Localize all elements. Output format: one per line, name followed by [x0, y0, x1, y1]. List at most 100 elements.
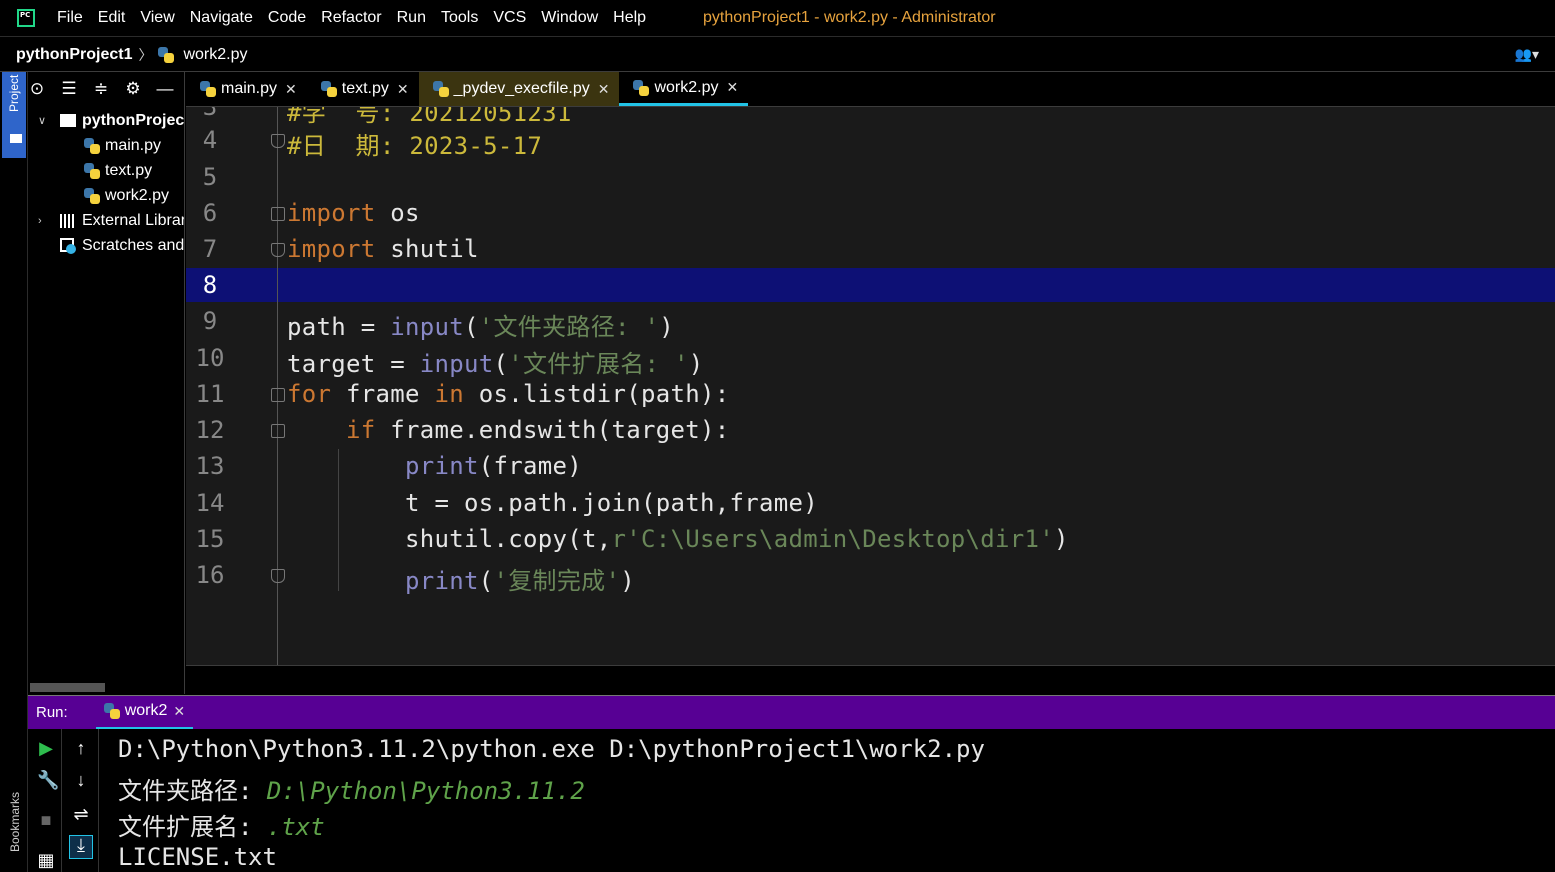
wrench-icon[interactable]: 🔧: [37, 771, 59, 789]
menu-file[interactable]: File: [57, 9, 83, 27]
project-tool-label: Project: [7, 74, 21, 112]
tab-text-py[interactable]: text.py ✕: [307, 72, 419, 106]
horizontal-scrollbar[interactable]: [30, 683, 105, 692]
tree-item-main-py[interactable]: main.py: [84, 133, 161, 158]
stop-icon[interactable]: ■: [37, 811, 55, 829]
line-number: 6: [202, 199, 218, 227]
line-number: 4: [202, 126, 218, 154]
fold-marker-icon[interactable]: [271, 134, 285, 148]
user-icon[interactable]: 👥▾: [1515, 46, 1539, 63]
run-panel-header: Run: work2 ✕: [28, 695, 1555, 730]
run-tab-label: work2: [124, 702, 168, 719]
tree-item-label: work2.py: [105, 186, 170, 204]
tree-item-work2-py[interactable]: work2.py: [84, 183, 169, 208]
menu-code[interactable]: Code: [268, 9, 306, 27]
close-icon[interactable]: ✕: [397, 81, 409, 98]
chevron-right-icon: 〉: [138, 46, 153, 63]
close-icon[interactable]: ✕: [598, 81, 610, 98]
tree-item-text-py[interactable]: text.py: [84, 158, 152, 183]
tree-item-label: pythonProject1: [82, 111, 185, 129]
close-icon[interactable]: ✕: [285, 81, 297, 98]
python-file-icon: [633, 79, 650, 96]
menu-run[interactable]: Run: [397, 9, 426, 27]
menu-window[interactable]: Window: [541, 9, 598, 27]
code-editor[interactable]: 3 #学 号: 20212051231 4 #日 期: 2023-5-17 5 …: [186, 107, 1555, 665]
soft-wrap-icon[interactable]: ⇌: [72, 805, 90, 823]
tree-item-project-root[interactable]: ∨ pythonProject1: [38, 108, 185, 133]
down-arrow-icon[interactable]: ↓: [72, 771, 90, 789]
project-tool-button[interactable]: Project: [2, 72, 26, 158]
layout-icon[interactable]: ▦: [37, 851, 55, 869]
code-line[interactable]: #学 号: 20212051231: [287, 107, 572, 128]
chevron-right-icon[interactable]: ›: [38, 215, 52, 227]
editor-tab-bar: main.py ✕ text.py ✕ _pydev_execfile.py ✕…: [186, 72, 1555, 107]
code-line-target-input[interactable]: target = input('文件扩展名: '): [287, 344, 704, 379]
bookmarks-tool-button[interactable]: Bookmarks: [8, 792, 22, 852]
library-icon: [60, 213, 76, 228]
line-number: 10: [195, 344, 225, 372]
close-icon[interactable]: ✕: [173, 703, 185, 720]
menu-view[interactable]: View: [140, 9, 174, 27]
menu-help[interactable]: Help: [613, 9, 646, 27]
tab-main-py[interactable]: main.py ✕: [186, 72, 307, 106]
folder-icon: [10, 134, 22, 143]
locate-icon[interactable]: ⊙: [28, 79, 46, 99]
console-user-input: .txt: [266, 813, 325, 841]
code-line-print-frame[interactable]: print(frame): [287, 452, 582, 480]
close-icon[interactable]: ✕: [727, 79, 739, 96]
code-line-path-input[interactable]: path = input('文件夹路径: '): [287, 307, 674, 342]
rerun-icon[interactable]: ▶: [37, 739, 55, 757]
up-arrow-icon[interactable]: ↑: [72, 739, 90, 757]
console-user-input: D:\Python\Python3.11.2: [266, 777, 585, 805]
breadcrumb-project[interactable]: pythonProject1: [16, 46, 132, 64]
run-panel-title: Run:: [36, 704, 68, 721]
code-line-copy[interactable]: shutil.copy(t,r'C:\Users\admin\Desktop\d…: [287, 525, 1069, 553]
python-file-icon: [200, 81, 216, 97]
collapse-all-icon[interactable]: ≑: [92, 79, 110, 99]
code-line-print-done[interactable]: print('复制完成'): [287, 561, 635, 596]
breadcrumb-file[interactable]: work2.py: [183, 46, 247, 64]
fold-marker-icon[interactable]: [271, 388, 285, 402]
fold-marker-icon[interactable]: [271, 207, 285, 221]
scroll-to-end-icon[interactable]: ⤓: [69, 835, 93, 859]
menu-edit[interactable]: Edit: [98, 9, 126, 27]
fold-marker-icon[interactable]: [271, 424, 285, 438]
run-tab-work2[interactable]: work2 ✕: [95, 696, 194, 730]
code-line-if[interactable]: if frame.endswith(target):: [287, 416, 729, 444]
line-number: 14: [195, 489, 225, 517]
tab-label: _pydev_execfile.py: [453, 80, 590, 97]
fold-marker-icon[interactable]: [271, 569, 285, 583]
chevron-down-icon[interactable]: ∨: [38, 114, 52, 127]
fold-marker-icon[interactable]: [271, 243, 285, 257]
code-line-import-os[interactable]: import os: [287, 199, 420, 227]
python-file-icon: [432, 81, 449, 97]
project-toolbar: ⊙ ☰ ≑ ⚙ —: [28, 72, 184, 106]
tab-pydev-execfile-py[interactable]: _pydev_execfile.py ✕: [418, 72, 620, 106]
hide-icon[interactable]: —: [156, 79, 174, 99]
code-line-import-shutil[interactable]: import shutil: [287, 235, 479, 263]
code-line-for-loop[interactable]: for frame in os.listdir(path):: [287, 380, 730, 408]
window-title: pythonProject1 - work2.py - Administrato…: [703, 9, 996, 26]
gear-icon[interactable]: ⚙: [124, 79, 142, 99]
code-line[interactable]: #日 期: 2023-5-17: [287, 126, 542, 161]
menu-tools[interactable]: Tools: [441, 9, 478, 27]
scratches-icon: [60, 237, 76, 254]
run-panel: ▶ 🔧 ■ ▦ ↑ ↓ ⇌ ⤓ D:\Python\Python3.11.2\p…: [28, 729, 1555, 872]
menu-vcs[interactable]: VCS: [493, 9, 526, 27]
tree-item-external-libraries[interactable]: › External Libraries: [38, 208, 184, 233]
pycharm-logo[interactable]: [17, 9, 35, 27]
run-toolbar-primary: ▶ 🔧 ■ ▦: [28, 729, 62, 872]
tree-item-scratches[interactable]: Scratches and Consoles: [60, 233, 184, 258]
expand-all-icon[interactable]: ☰: [60, 79, 78, 99]
tab-work2-py[interactable]: work2.py ✕: [619, 72, 749, 106]
python-file-icon: [320, 81, 337, 97]
code-line-join[interactable]: t = os.path.join(path,frame): [287, 489, 818, 517]
menu-refactor[interactable]: Refactor: [321, 9, 381, 27]
menu-navigate[interactable]: Navigate: [190, 9, 253, 27]
line-number: 11: [195, 380, 225, 408]
line-number: 16: [195, 561, 225, 589]
console-prompt: 文件夹路径:: [118, 777, 267, 805]
line-number: 13: [195, 452, 225, 480]
console-line: 文件夹路径: D:\Python\Python3.11.2: [118, 771, 585, 806]
python-file-icon: [84, 162, 100, 179]
